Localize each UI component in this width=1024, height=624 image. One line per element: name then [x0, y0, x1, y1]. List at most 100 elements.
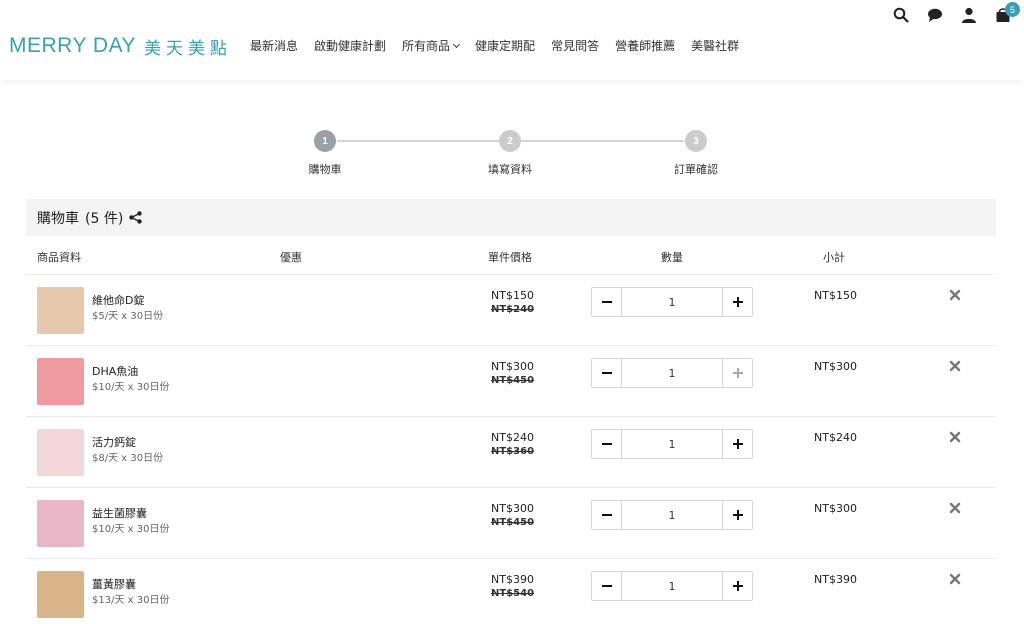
- nav-item-community[interactable]: 美醫社群: [683, 37, 747, 54]
- sale-price: NT$390: [491, 573, 534, 586]
- product-thumbnail[interactable]: [37, 287, 84, 334]
- cart-panel: 購物車 (5 件) 商品資料 優惠 單件價格 數量 小計 維他命D錠 $5/天 …: [26, 199, 996, 624]
- product-thumbnail[interactable]: [37, 358, 84, 405]
- share-icon[interactable]: [129, 211, 142, 224]
- nav-item-health-plan[interactable]: 啟動健康計劃: [306, 37, 394, 54]
- sale-price: NT$300: [491, 502, 534, 515]
- qty-input[interactable]: 1: [622, 367, 722, 380]
- col-discount: 優惠: [280, 251, 302, 264]
- qty-increase-button[interactable]: [722, 430, 752, 458]
- qty-decrease-button[interactable]: [592, 288, 622, 316]
- original-price: NT$450: [491, 375, 535, 386]
- product-name[interactable]: DHA魚油: [92, 363, 138, 379]
- cart-item-count: (5 件): [85, 210, 124, 227]
- line-subtotal: NT$300: [814, 502, 857, 515]
- nav-item-news[interactable]: 最新消息: [242, 37, 306, 54]
- qty-input[interactable]: 1: [622, 509, 722, 522]
- cart-item-row: 薑黃膠囊 $13/天 x 30日份 NT$390 NT$540 1 NT$390: [26, 559, 996, 624]
- chat-icon[interactable]: [926, 6, 944, 24]
- nav-item-dietitian[interactable]: 營養師推薦: [607, 37, 683, 54]
- step-number: 2: [499, 130, 521, 152]
- nav-label: 常見問答: [551, 39, 600, 53]
- cart-column-headers: 商品資料 優惠 單件價格 數量 小計: [26, 236, 996, 275]
- line-subtotal: NT$300: [814, 360, 857, 373]
- unit-price: NT$150 NT$240: [491, 289, 535, 315]
- step-label: 填寫資料: [488, 163, 532, 176]
- nav-label: 健康定期配: [475, 39, 536, 53]
- qty-increase-button[interactable]: [722, 359, 752, 387]
- brand-logo[interactable]: MERRY DAY 美天美點: [9, 33, 232, 59]
- product-thumbnail[interactable]: [37, 500, 84, 547]
- original-price: NT$360: [491, 446, 535, 457]
- nav-label: 美醫社群: [691, 39, 740, 53]
- line-subtotal: NT$240: [814, 431, 857, 444]
- qty-decrease-button[interactable]: [592, 430, 622, 458]
- nav-label: 啟動健康計劃: [314, 39, 387, 53]
- qty-increase-button[interactable]: [722, 572, 752, 600]
- user-icon[interactable]: [960, 6, 978, 24]
- sale-price: NT$150: [491, 289, 534, 302]
- nav-item-all-products[interactable]: 所有商品: [394, 37, 467, 54]
- quantity-stepper: 1: [591, 287, 753, 317]
- product-name[interactable]: 維他命D錠: [92, 292, 144, 308]
- product-name[interactable]: 薑黃膠囊: [92, 576, 136, 592]
- step-fill-info: 2 填寫資料: [470, 130, 550, 177]
- main-nav: 最新消息 啟動健康計劃 所有商品 健康定期配 常見問答 營養師推薦 美醫社群: [242, 37, 747, 54]
- remove-item-icon[interactable]: [948, 429, 962, 443]
- search-icon[interactable]: [892, 6, 910, 24]
- nav-label: 營養師推薦: [615, 39, 676, 53]
- qty-input[interactable]: 1: [622, 296, 722, 309]
- remove-item-icon[interactable]: [948, 500, 962, 514]
- qty-increase-button[interactable]: [722, 288, 752, 316]
- step-confirm: 3 訂單確認: [656, 130, 736, 177]
- cart-count-badge: 5: [1005, 2, 1020, 17]
- chevron-down-icon: [453, 40, 461, 48]
- qty-decrease-button[interactable]: [592, 572, 622, 600]
- original-price: NT$450: [491, 517, 535, 528]
- remove-item-icon[interactable]: [948, 358, 962, 372]
- cart-title: 購物車: [37, 210, 79, 227]
- cart-icon[interactable]: 5: [994, 2, 1020, 24]
- original-price: NT$540: [491, 588, 535, 599]
- col-unit-price: 單件價格: [488, 251, 532, 264]
- step-cart: 1 購物車: [285, 130, 365, 177]
- unit-price: NT$300 NT$450: [491, 360, 535, 386]
- col-qty: 數量: [661, 251, 683, 264]
- qty-decrease-button[interactable]: [592, 501, 622, 529]
- cart-item-row: 維他命D錠 $5/天 x 30日份 NT$150 NT$240 1 NT$150: [26, 275, 996, 346]
- brand-name-zh: 美天美點: [144, 38, 233, 59]
- qty-input[interactable]: 1: [622, 580, 722, 593]
- cart-item-row: 活力鈣錠 $8/天 x 30日份 NT$240 NT$360 1 NT$240: [26, 417, 996, 488]
- qty-increase-button[interactable]: [722, 501, 752, 529]
- quantity-stepper: 1: [591, 500, 753, 530]
- quantity-stepper: 1: [591, 358, 753, 388]
- quantity-stepper: 1: [591, 571, 753, 601]
- site-header: MERRY DAY 美天美點 最新消息 啟動健康計劃 所有商品 健康定期配 常見…: [0, 0, 1024, 80]
- remove-item-icon[interactable]: [948, 287, 962, 301]
- qty-decrease-button[interactable]: [592, 359, 622, 387]
- step-number: 3: [685, 130, 707, 152]
- header-icons: 5: [892, 2, 1020, 24]
- remove-item-icon[interactable]: [948, 571, 962, 585]
- product-name[interactable]: 活力鈣錠: [92, 434, 136, 450]
- product-daily-cost: $13/天 x 30日份: [92, 595, 170, 606]
- product-thumbnail[interactable]: [37, 571, 84, 618]
- unit-price: NT$240 NT$360: [491, 431, 535, 457]
- product-name[interactable]: 益生菌膠囊: [92, 505, 147, 521]
- brand-name-en: MERRY DAY: [9, 34, 137, 57]
- cart-item-row: DHA魚油 $10/天 x 30日份 NT$300 NT$450 1 NT$30…: [26, 346, 996, 417]
- nav-item-subscription[interactable]: 健康定期配: [467, 37, 543, 54]
- original-price: NT$240: [491, 304, 535, 315]
- line-subtotal: NT$390: [814, 573, 857, 586]
- quantity-stepper: 1: [591, 429, 753, 459]
- product-daily-cost: $10/天 x 30日份: [92, 524, 170, 535]
- nav-label: 所有商品: [402, 39, 451, 53]
- cart-header: 購物車 (5 件): [26, 199, 996, 236]
- unit-price: NT$300 NT$450: [491, 502, 535, 528]
- nav-item-faq[interactable]: 常見問答: [543, 37, 607, 54]
- qty-input[interactable]: 1: [622, 438, 722, 451]
- unit-price: NT$390 NT$540: [491, 573, 535, 599]
- product-thumbnail[interactable]: [37, 429, 84, 476]
- cart-item-row: 益生菌膠囊 $10/天 x 30日份 NT$300 NT$450 1 NT$30…: [26, 488, 996, 559]
- product-daily-cost: $8/天 x 30日份: [92, 453, 164, 464]
